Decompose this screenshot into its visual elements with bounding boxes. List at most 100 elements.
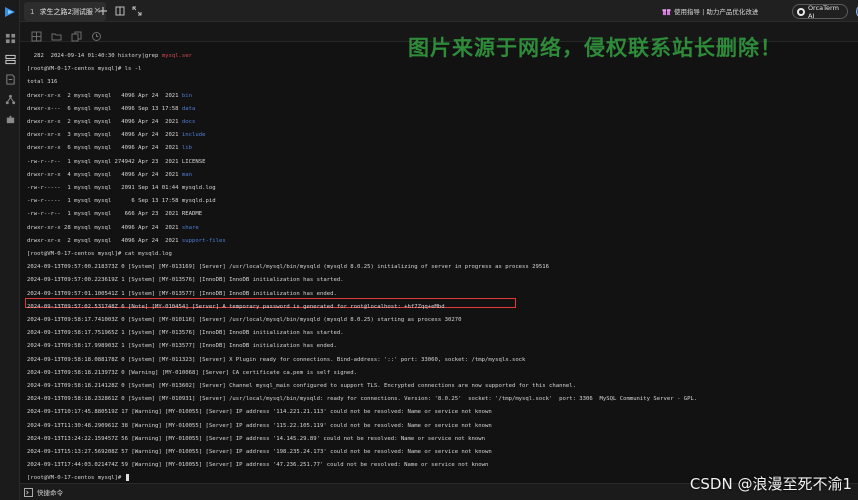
line-text: [root@VM-0-17-centos mysql]# ls -l [27,66,142,73]
terminal-line: 2024-09-13T09:57:00.223619Z 1 [System] [… [27,275,344,285]
terminal-line: drwxr-xr-x 2 mysql mysql 4096 Apr 24 202… [27,91,192,101]
title-bar: 1 求生之路2测试服 × 使用指导 | 助力产品优化改进 OrcaTerm AI [20,0,858,22]
line-text: drwxr-xr-x 3 mysql mysql 4096 Apr 24 202… [27,132,182,139]
terminal-line: -rw-r--r-- 1 mysql mysql 666 Apr 23 2021… [27,209,202,219]
line-text: 2024-09-13T09:57:00.223619Z 1 [System] [… [27,277,344,284]
line-text: 2024-09-13T10:17:45.880519Z 17 [Warning]… [27,409,492,416]
line-text: -rw-r----- 1 mysql mysql 2091 Sep 14 01:… [27,185,216,191]
directory-name: share [181,224,199,231]
line-text: 2024-09-13T09:58:18.214128Z 0 [System] [… [27,383,576,389]
directory-name: data [181,105,196,112]
terminal-line: drwxr-xr-x 2 mysql mysql 4096 Apr 24 202… [27,117,195,127]
line-text: drwxr-xr-x 2 mysql mysql 4096 Apr 24 202… [27,119,182,125]
terminal-line: 2024-09-13T11:30:48.290961Z 38 [Warning]… [27,421,492,431]
tab-title: 求生之路2测试服 [39,7,93,16]
terminal-line: drwxr-x--- 6 mysql mysql 4096 Sep 13 17:… [27,104,195,114]
tab-index: 1 [30,7,35,16]
terminal-line: -rw-r--r-- 1 mysql mysql 274942 Apr 23 2… [27,157,206,167]
line-text: 2024-09-13T09:58:18.213973Z 0 [Warning] … [27,369,358,376]
terminal-line: [root@VM-0-17-centos mysql]# ls -l [27,64,142,74]
line-text: total 316 [27,79,58,86]
terminal-line: [root@VM-0-17-centos mysql]# cat mysqld.… [27,249,172,259]
line-text: -rw-r----- 1 mysql mysql 6 Sep 13 17:58 … [27,198,216,205]
terminal-line: drwxr-xr-x 4 mysql mysql 4096 Apr 24 202… [27,170,192,180]
line-text: 2024-09-13T09:57:00.218373Z 0 [System] [… [27,264,549,271]
terminal-line: 2024-09-13T15:13:27.569208Z 57 [Warning]… [27,447,492,457]
line-text: [root@VM-0-17-centos mysql]# [27,475,125,482]
terminal-line: 2024-09-13T09:58:18.214128Z 0 [System] [… [27,381,576,391]
directory-name: include [181,132,206,139]
new-tab-icon[interactable] [97,5,109,17]
terminal-line: 2024-09-13T09:57:00.218373Z 0 [System] [… [27,262,549,272]
line-text: drwxr-xr-x 2 mysql mysql 4096 Apr 24 202… [27,92,182,99]
line-text: 2024-09-13T17:44:03.021474Z 59 [Warning]… [27,462,489,469]
orcaterm-ai-button[interactable]: OrcaTerm AI [792,3,848,20]
grid-icon[interactable] [4,32,16,44]
network-icon[interactable] [4,93,16,105]
directory-name: man [181,171,193,178]
grep-match: mysql.ser [161,53,193,59]
file-icon[interactable] [4,73,16,85]
session-tab[interactable]: 1 求生之路2测试服 × [24,2,106,21]
terminal-line: total 316 [27,77,57,87]
terminal-output[interactable]: 282 2024-09-14 01:40:30 history|grep mys… [20,43,858,483]
expand-icon[interactable] [131,5,143,17]
line-text: drwxr-xr-x 4 mysql mysql 4096 Apr 24 202… [27,171,182,178]
line-text: -rw-r--r-- 1 mysql mysql 666 Apr 23 2021… [27,211,203,218]
grid-toggle-icon[interactable] [31,27,42,42]
line-text: 2024-09-13T11:30:48.290961Z 38 [Warning]… [27,422,492,429]
terminal-cursor [125,474,129,482]
line-text: 2024-09-13T15:13:27.569208Z 57 [Warning]… [27,449,492,455]
terminal-line: 2024-09-13T13:24:22.159457Z 56 [Warning]… [27,434,485,444]
line-text: 2024-09-13T09:58:18.088178Z 0 [System] [… [27,356,526,363]
app-logo-icon [5,7,15,17]
terminal-line: -rw-r----- 1 mysql mysql 6 Sep 13 17:58 … [27,196,216,206]
line-text: drwxr-xr-x 6 mysql mysql 4096 Apr 24 202… [27,145,182,152]
line-text: 2024-09-13T09:57:01.100541Z 1 [System] [… [27,290,337,297]
split-view-icon[interactable] [114,5,126,17]
line-text: [root@VM-0-17-centos mysql]# cat mysqld.… [27,251,172,257]
server-icon[interactable] [4,53,16,65]
terminal-line: 2024-09-13T09:58:18.088178Z 0 [System] [… [27,355,525,365]
terminal-line: 2024-09-13T10:17:45.880519Z 17 [Warning]… [27,407,492,417]
terminal-line: [root@VM-0-17-centos mysql]# [27,473,129,483]
line-text: 2024-09-13T13:24:22.159457Z 56 [Warning]… [27,435,486,442]
terminal-line: drwxr-xr-x 2 mysql mysql 4096 Apr 24 202… [27,236,226,246]
copy-icon[interactable] [71,27,82,42]
terminal-line: 2024-09-13T09:58:17.751965Z 1 [System] [… [27,328,344,338]
terminal-line: 2024-09-13T09:58:18.232861Z 0 [System] [… [27,394,697,404]
line-text: 2024-09-13T09:58:17.751965Z 1 [System] [… [27,330,344,337]
directory-name: support-files [181,237,226,244]
quick-command-button[interactable]: 快捷命令 [37,487,63,497]
gift-icon [662,8,671,15]
line-text: 2024-09-13T09:58:18.232861Z 0 [System] [… [27,396,698,403]
line-text: 2024-09-13T09:57:02.531748Z 6 [Note] [MY… [27,303,445,310]
terminal-line: -rw-r----- 1 mysql mysql 2091 Sep 14 01:… [27,183,216,193]
quick-command-icon [24,487,33,497]
orcaterm-ai-label: OrcaTerm AI [807,3,839,20]
usage-guide-text: 使用指导 | 助力产品优化改进 [674,8,759,16]
terminal-line: 2024-09-13T09:57:02.531748Z 6 [Note] [MY… [27,302,445,312]
terminal-line: 2024-09-13T09:58:17.998903Z 1 [System] [… [27,341,337,351]
directory-name: lib [181,145,193,152]
terminal-line: 282 2024-09-14 01:40:30 history|grep mys… [27,51,192,61]
line-text: 2024-09-13T09:58:17.998903Z 1 [System] [… [27,343,337,350]
terminal-line: 2024-09-13T09:58:17.741003Z 0 [System] [… [27,315,461,325]
line-text: drwxr-xr-x 2 mysql mysql 4096 Apr 24 202… [27,237,182,244]
orca-icon [797,7,805,16]
terminal-line: 2024-09-13T09:58:18.213973Z 0 [Warning] … [27,368,357,378]
terminal-line: drwxr-xr-x 3 mysql mysql 4096 Apr 24 202… [27,130,206,140]
terminal-line: 2024-09-13T09:57:01.100541Z 1 [System] [… [27,289,337,299]
plugin-icon[interactable] [4,113,16,125]
line-text: 2024-09-13T09:58:17.741003Z 0 [System] [… [27,317,462,323]
directory-name: docs [181,119,196,125]
left-rail [0,0,20,500]
line-text: drwxr-xr-x 28 mysql mysql 4096 Apr 24 20… [27,224,182,231]
terminal-line: drwxr-xr-x 6 mysql mysql 4096 Apr 24 202… [27,143,192,153]
folder-icon[interactable] [51,27,62,41]
history-icon[interactable] [91,27,102,41]
watermark-text: 图片来源于网络，侵权联系站长删除！ [408,36,782,60]
line-text: drwxr-x--- 6 mysql mysql 4096 Sep 13 17:… [27,105,182,112]
usage-guide-link[interactable]: 使用指导 | 助力产品优化改进 [662,4,758,18]
terminal-line: 2024-09-13T17:44:03.021474Z 59 [Warning]… [27,460,488,470]
